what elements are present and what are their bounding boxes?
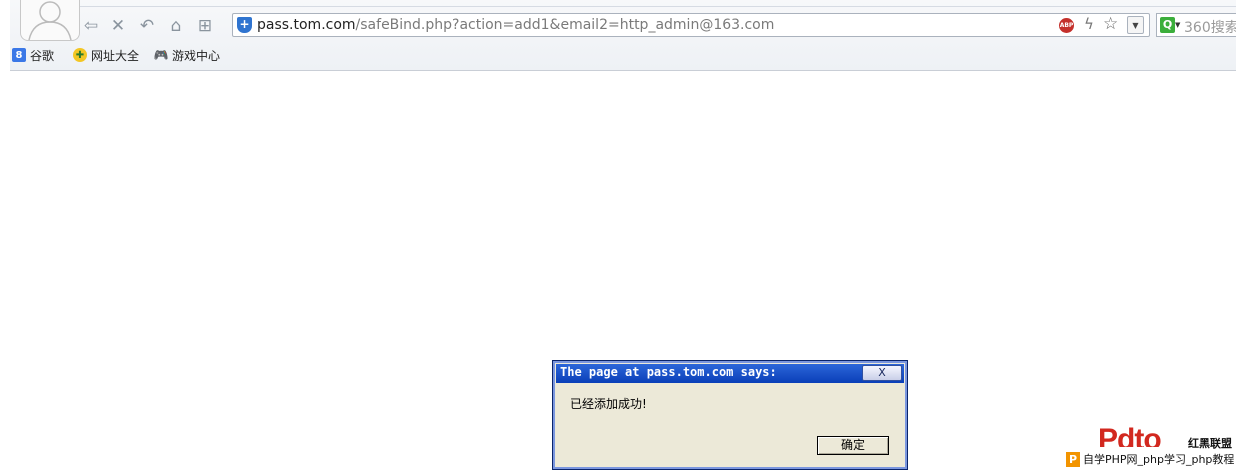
back-icon: ⇦ [83,16,99,36]
stop-icon: ✕ [110,16,126,36]
home-button[interactable]: ⌂ [165,15,187,37]
watermark-logo: Pdto [1098,425,1161,447]
watermark: Pdto 红黑联盟 P 自学PHP网_php学习_php教程 [1066,425,1236,472]
bookmark-google[interactable]: 8 谷歌 [12,46,54,64]
dialog-message: 已经添加成功! [570,397,647,411]
apps-button[interactable]: ⊞ [194,15,216,37]
tab-strip [80,0,1236,7]
watermark-bar: P 自学PHP网_php学习_php教程 [1066,450,1236,468]
bookmark-label: 网址大全 [91,48,140,63]
address-bar[interactable]: + pass.tom.com/safeBind.php?action=add1&… [232,13,1150,37]
dialog-titlebar[interactable]: The page at pass.tom.com says: X [556,364,904,383]
stop-button[interactable]: ✕ [107,15,129,37]
bookmark-label: 谷歌 [30,48,55,63]
user-avatar[interactable] [20,0,80,41]
search-input[interactable]: 360搜索 [1184,17,1236,37]
bookmark-label: 游戏中心 [172,48,221,63]
dialog-title: The page at pass.tom.com says: [560,365,777,379]
lightning-icon[interactable]: ϟ [1084,15,1094,33]
php-icon: P [1066,451,1080,467]
grid-icon: ⊞ [197,16,213,36]
search-engine-icon[interactable]: Q [1160,17,1175,33]
bookmark-site-nav[interactable]: ✚ 网址大全 [73,46,139,64]
chevron-down-icon[interactable]: ▼ [1175,21,1180,29]
browser-toolbar: ⇦ ✕ ↶ ⌂ ⊞ + pass.tom.com/safeBind.php?ac… [10,0,1236,71]
favorite-star-icon[interactable]: ☆ [1103,14,1118,34]
home-icon: ⌂ [170,16,182,36]
close-button[interactable]: X [862,365,902,381]
alert-dialog: The page at pass.tom.com says: X 已经添加成功!… [552,360,908,470]
url-path: /safeBind.php?action=add1&email2=http_ad… [355,17,775,33]
google-icon: 8 [12,48,26,62]
ok-button[interactable]: 确定 [817,436,889,455]
undo-icon: ↶ [139,16,155,36]
watermark-tag: 红黑联盟 [1188,437,1232,450]
gamepad-icon: 🎮 [153,48,169,62]
dropdown-icon[interactable]: ▼ [1127,16,1144,34]
back-button[interactable]: ⇦ [80,15,102,37]
watermark-text: 自学PHP网_php学习_php教程 [1083,453,1235,466]
undo-button[interactable]: ↶ [136,15,158,37]
site-nav-icon: ✚ [73,48,87,62]
url-domain: pass.tom.com [257,17,356,33]
adblock-icon[interactable]: ABP [1059,18,1074,33]
search-box[interactable]: Q ▼ 360搜索 [1156,13,1236,37]
url-text[interactable]: pass.tom.com/safeBind.php?action=add1&em… [257,17,774,33]
bookmark-game-center[interactable]: 🎮 游戏中心 [154,46,220,64]
shield-icon: + [237,17,252,33]
user-silhouette-icon [28,1,72,40]
